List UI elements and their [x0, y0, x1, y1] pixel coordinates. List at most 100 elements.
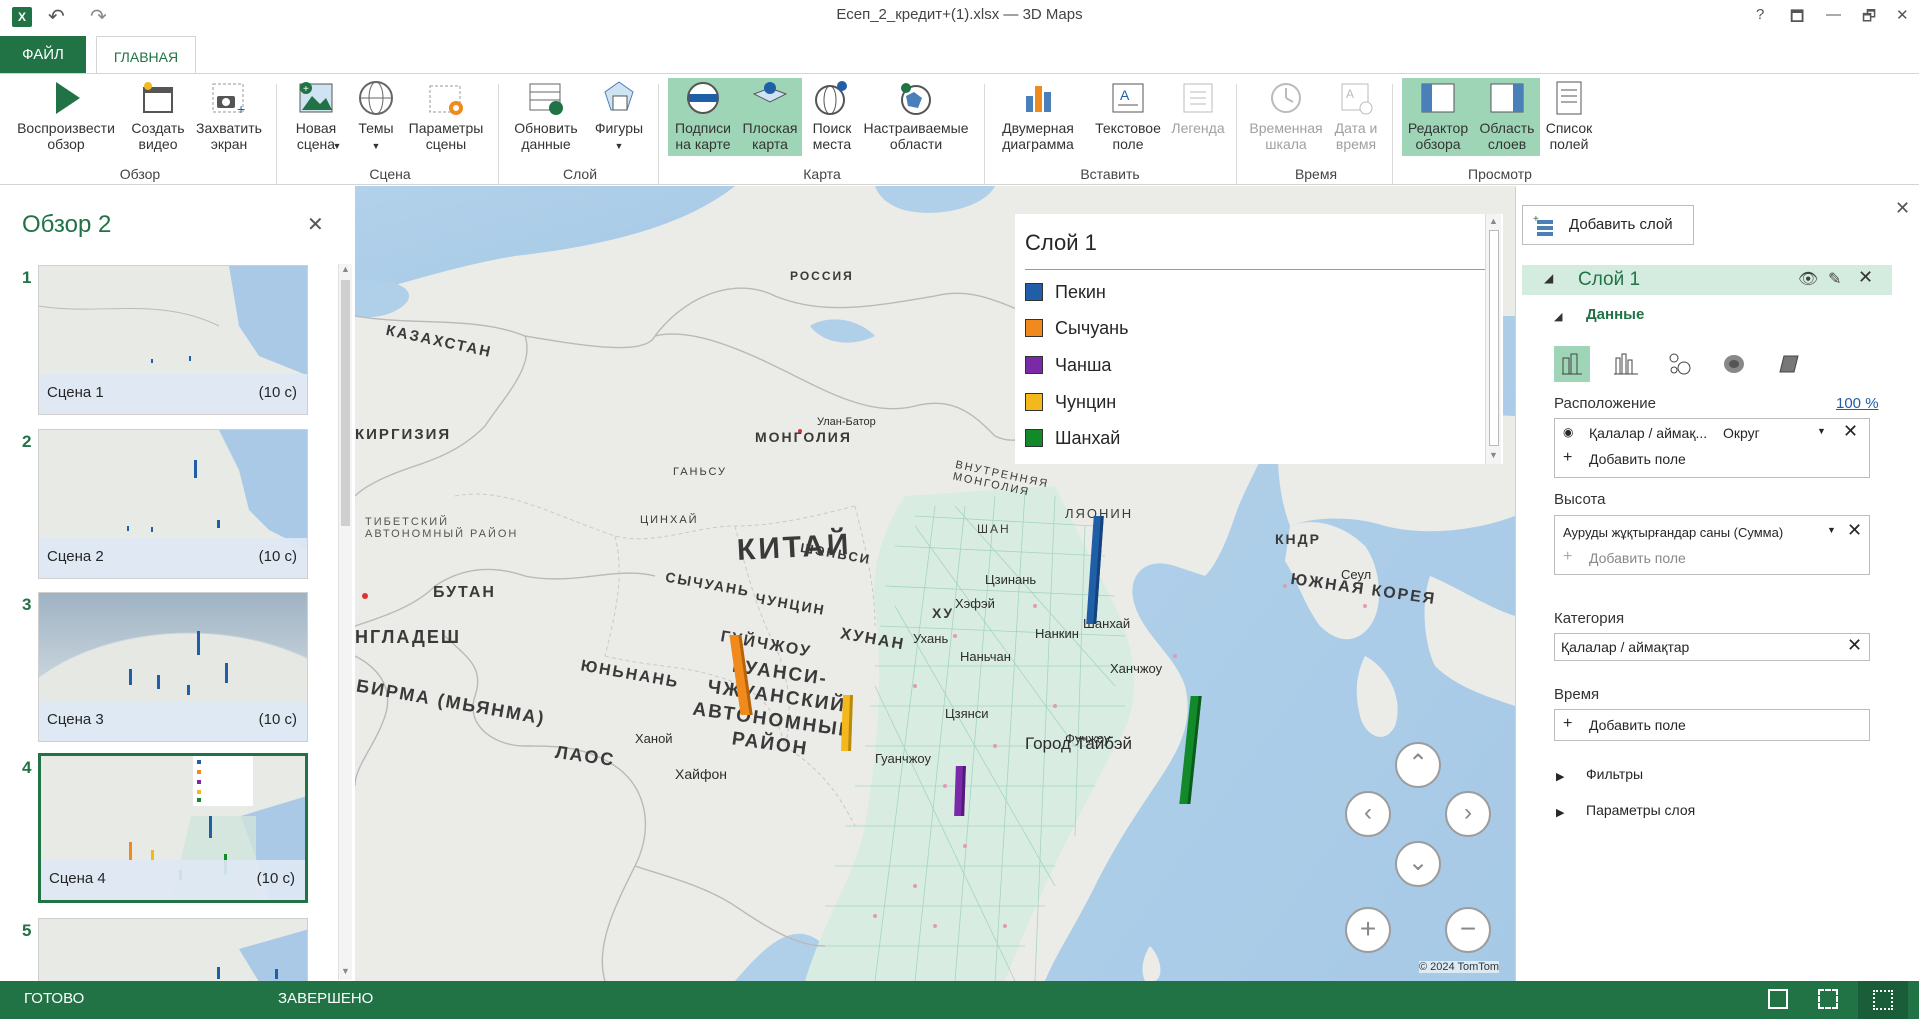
column-chongqing[interactable] — [841, 695, 853, 751]
layer-header[interactable]: ◢ Слой 1 👁 ✎ ✕ — [1522, 265, 1892, 295]
layer-options-section[interactable]: Параметры слоя — [1586, 802, 1695, 818]
map-label-mongolia: МОНГОЛИЯ — [755, 429, 852, 445]
window-title: Есеп_2_кредит+(1).xlsx — 3D Maps — [836, 6, 1083, 23]
radio-selected-icon[interactable]: ◉ — [1563, 425, 1573, 439]
layer-pane-icon — [1490, 83, 1524, 113]
pencil-icon[interactable]: ✎ — [1828, 269, 1841, 289]
shapes-button[interactable]: Фигуры ▼ — [588, 78, 650, 156]
scene-thumbnail[interactable]: Сцена 2 (10 с) — [38, 429, 308, 579]
bubble-button[interactable] — [1662, 346, 1698, 382]
chart-2d-button[interactable]: Двумерная диаграмма — [996, 78, 1080, 156]
fit-view-icon[interactable] — [1818, 989, 1838, 1009]
scene-thumbnail[interactable] — [38, 918, 308, 981]
close-tour-button[interactable]: ✕ — [307, 212, 324, 237]
legend-button[interactable]: Легенда — [1168, 78, 1228, 156]
image-view-icon[interactable] — [1768, 989, 1788, 1009]
legend-item: Шанхай — [1025, 428, 1120, 449]
scene-thumbnail-selected[interactable]: Сцена 4 (10 с) — [38, 753, 308, 903]
location-percent[interactable]: 100 % — [1836, 395, 1879, 412]
tab-file[interactable]: ФАЙЛ — [0, 36, 86, 74]
add-layer-button[interactable]: + Добавить слой — [1522, 205, 1694, 245]
custom-regions-button[interactable]: Настраиваемые области — [860, 78, 972, 156]
clustered-column-button[interactable] — [1608, 346, 1644, 382]
status-ready: ГОТОВО — [24, 990, 85, 1007]
minimize-button[interactable]: — — [1826, 6, 1841, 23]
close-layer-pane-button[interactable]: ✕ — [1895, 198, 1910, 219]
map-labels-button[interactable]: Подписи на карте — [668, 78, 738, 156]
map-legend[interactable]: Слой 1 Пекин Сычуань Чанша Чунцин Шанхай… — [1015, 214, 1503, 464]
remove-field-icon[interactable]: ✕ — [1847, 520, 1862, 541]
svg-text:+: + — [237, 101, 245, 117]
zoom-in-button[interactable]: + — [1345, 907, 1391, 953]
scroll-down-arrow-icon[interactable]: ▼ — [1489, 450, 1498, 460]
collapse-triangle-icon[interactable]: ◢ — [1544, 271, 1553, 285]
map-copyright: © 2024 TomTom — [1419, 961, 1500, 973]
refresh-data-button[interactable]: Обновить данные — [508, 78, 584, 156]
close-window-button[interactable]: ✕ — [1896, 6, 1909, 24]
field-list-button[interactable]: Список полей — [1542, 78, 1596, 156]
stacked-column-button[interactable] — [1554, 346, 1590, 382]
legend-icon — [1183, 83, 1213, 113]
region-button[interactable] — [1770, 346, 1806, 382]
scene-thumbnail[interactable]: Сцена 1 (10 с) — [38, 265, 308, 415]
heat-map-button[interactable] — [1716, 346, 1752, 382]
ribbon-display-button[interactable]: 🗖 — [1790, 6, 1804, 31]
layer-pane-label: Область слоев — [1479, 120, 1535, 152]
expand-triangle-icon[interactable]: ▶ — [1556, 806, 1564, 819]
add-location-field[interactable]: Добавить поле — [1589, 451, 1686, 467]
location-type-select[interactable]: Округ — [1723, 425, 1760, 441]
scene-options-button[interactable]: Параметры сцены — [404, 78, 488, 156]
rotate-left-button[interactable]: ‹ — [1345, 791, 1391, 837]
scene-name: Сцена 4 — [49, 870, 106, 887]
new-scene-button[interactable]: + Новая сцена ▼ — [286, 78, 346, 156]
rotate-right-button[interactable]: › — [1445, 791, 1491, 837]
capture-screen-button[interactable]: + Захватить экран — [193, 78, 265, 156]
scroll-down-arrow-icon[interactable]: ▼ — [341, 966, 350, 976]
flat-map-button[interactable]: Плоская карта — [738, 78, 802, 156]
remove-field-icon[interactable]: ✕ — [1843, 421, 1858, 442]
help-button[interactable]: ? — [1756, 6, 1764, 23]
map-label-bangladesh: НГЛАДЕШ — [355, 627, 461, 647]
column-changsha[interactable] — [954, 766, 966, 816]
timeline-button[interactable]: Временная шкала — [1244, 78, 1328, 156]
time-well[interactable]: + Добавить поле — [1554, 709, 1870, 741]
scene-thumbnail[interactable]: Сцена 3 (10 с) — [38, 592, 308, 742]
create-video-button[interactable]: Создать видео — [126, 78, 190, 156]
themes-button[interactable]: Темы ▼ — [352, 78, 400, 156]
find-location-button[interactable]: Поиск места — [806, 78, 858, 156]
tilt-up-button[interactable]: ⌃ — [1395, 742, 1441, 788]
dropdown-arrow-icon[interactable]: ▼ — [1827, 525, 1836, 535]
scroll-up-arrow-icon[interactable]: ▲ — [341, 264, 350, 274]
text-box-icon: A — [1112, 83, 1144, 113]
tour-scrollbar[interactable]: ▲ ▼ — [338, 264, 352, 980]
layer-pane-button[interactable]: Область слоев — [1474, 78, 1540, 156]
play-tour-button[interactable]: Воспроизвести обзор — [12, 78, 120, 156]
remove-field-icon[interactable]: ✕ — [1847, 635, 1862, 656]
dropdown-arrow-icon[interactable]: ▼ — [1817, 426, 1826, 436]
text-box-button[interactable]: A Текстовое поле — [1090, 78, 1166, 156]
maximize-button[interactable]: 🗗 — [1862, 6, 1876, 31]
add-time-field[interactable]: Добавить поле — [1589, 717, 1686, 733]
tab-home[interactable]: ГЛАВНАЯ — [96, 36, 196, 74]
legend-scrollbar[interactable]: ▲ ▼ — [1485, 214, 1501, 464]
scene-name: Сцена 2 — [47, 548, 104, 565]
tour-editor-button[interactable]: Редактор обзора — [1402, 78, 1474, 156]
date-time-button[interactable]: A Дата и время — [1330, 78, 1382, 156]
legend-label: Легенда — [1171, 120, 1225, 136]
scrollbar-thumb[interactable] — [1489, 230, 1499, 446]
expand-triangle-icon[interactable]: ▶ — [1556, 770, 1564, 783]
add-height-field[interactable]: Добавить поле — [1589, 550, 1686, 566]
scroll-up-arrow-icon[interactable]: ▲ — [1489, 216, 1498, 226]
full-screen-button[interactable] — [1858, 981, 1908, 1019]
scrollbar-thumb[interactable] — [341, 280, 350, 526]
video-icon — [143, 82, 173, 113]
collapse-triangle-icon[interactable]: ◢ — [1554, 310, 1562, 323]
refresh-data-icon — [529, 83, 563, 115]
tilt-down-button[interactable]: ⌄ — [1395, 841, 1441, 887]
clock-icon — [1271, 83, 1301, 113]
filters-section[interactable]: Фильтры — [1586, 766, 1643, 782]
eye-icon[interactable]: 👁 — [1798, 269, 1818, 289]
zoom-out-button[interactable]: − — [1445, 907, 1491, 953]
chart-2d-label: Двумерная диаграмма — [1002, 120, 1074, 152]
delete-layer-icon[interactable]: ✕ — [1858, 267, 1873, 288]
